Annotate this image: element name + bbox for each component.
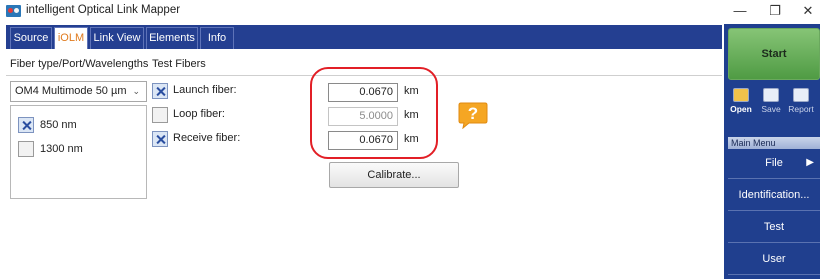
tab-elements[interactable]: Elements [146, 27, 198, 49]
fiber-type-section-label: Fiber type/Port/Wavelengths [10, 58, 149, 70]
wavelength-1300-label: 1300 nm [40, 143, 83, 155]
title-bar: intelligent Optical Link Mapper — ❐ ✕ [0, 0, 820, 23]
receive-fiber-checkbox[interactable] [152, 131, 168, 147]
start-button[interactable]: Start [728, 28, 820, 80]
menu-item-user-preferences[interactable]: User Preferences... [728, 245, 820, 275]
maximize-button[interactable]: ❐ [763, 2, 787, 20]
save-button[interactable]: Save [758, 86, 784, 122]
arrow-right-icon: ▶ [806, 157, 814, 168]
menu-item-file-label: File [765, 157, 783, 169]
window-title: intelligent Optical Link Mapper [26, 4, 181, 16]
report-icon [793, 88, 809, 102]
tab-info[interactable]: Info [200, 27, 234, 49]
tab-strip: Source iOLM Link View Elements Info [6, 25, 722, 49]
main-menu-header: Main Menu [728, 137, 820, 149]
menu-item-file[interactable]: File ▶ [728, 149, 820, 179]
loop-fiber-checkbox[interactable] [152, 107, 168, 123]
open-label: Open [730, 104, 752, 114]
save-label: Save [761, 104, 781, 114]
calibrate-button[interactable]: Calibrate... [329, 162, 459, 188]
help-icon[interactable]: ? [455, 101, 489, 129]
menu-item-identification[interactable]: Identification... [728, 181, 820, 211]
menu-item-test-configuration[interactable]: Test Configuration... [728, 213, 820, 261]
receive-fiber-label: Receive fiber: [173, 132, 241, 144]
test-fibers-section-label: Test Fibers [152, 58, 206, 70]
minimize-button[interactable]: — [728, 2, 752, 20]
app-logo-icon [6, 5, 21, 17]
open-button[interactable]: Open [728, 86, 754, 122]
launch-fiber-label: Launch fiber: [173, 84, 237, 96]
launch-fiber-checkbox[interactable] [152, 83, 168, 99]
right-side-panel: Start Open Save Report Main Menu File ▶ … [724, 24, 820, 279]
save-icon [763, 88, 779, 102]
wavelength-850-label: 850 nm [40, 119, 77, 131]
tab-source[interactable]: Source [10, 27, 52, 49]
wavelength-list: 850 nm 1300 nm [10, 105, 147, 199]
iolm-settings-panel: Fiber type/Port/Wavelengths Test Fibers … [6, 49, 722, 279]
close-button[interactable]: ✕ [796, 2, 820, 20]
help-glyph: ? [468, 104, 478, 123]
fiber-type-select[interactable]: OM4 Multimode 50 µm ⌄ [10, 81, 147, 102]
wavelength-1300-checkbox[interactable] [18, 141, 34, 157]
tab-link-view[interactable]: Link View [90, 27, 144, 49]
report-label: Report [788, 104, 814, 114]
wavelength-850-checkbox[interactable] [18, 117, 34, 133]
loop-fiber-label: Loop fiber: [173, 108, 225, 120]
chevron-down-icon: ⌄ [132, 86, 140, 96]
tab-iolm[interactable]: iOLM [54, 27, 88, 49]
fiber-type-value: OM4 Multimode 50 µm [15, 85, 127, 97]
report-button[interactable]: Report [788, 86, 814, 122]
folder-icon [733, 88, 749, 102]
annotation-highlight-ring [310, 67, 438, 159]
